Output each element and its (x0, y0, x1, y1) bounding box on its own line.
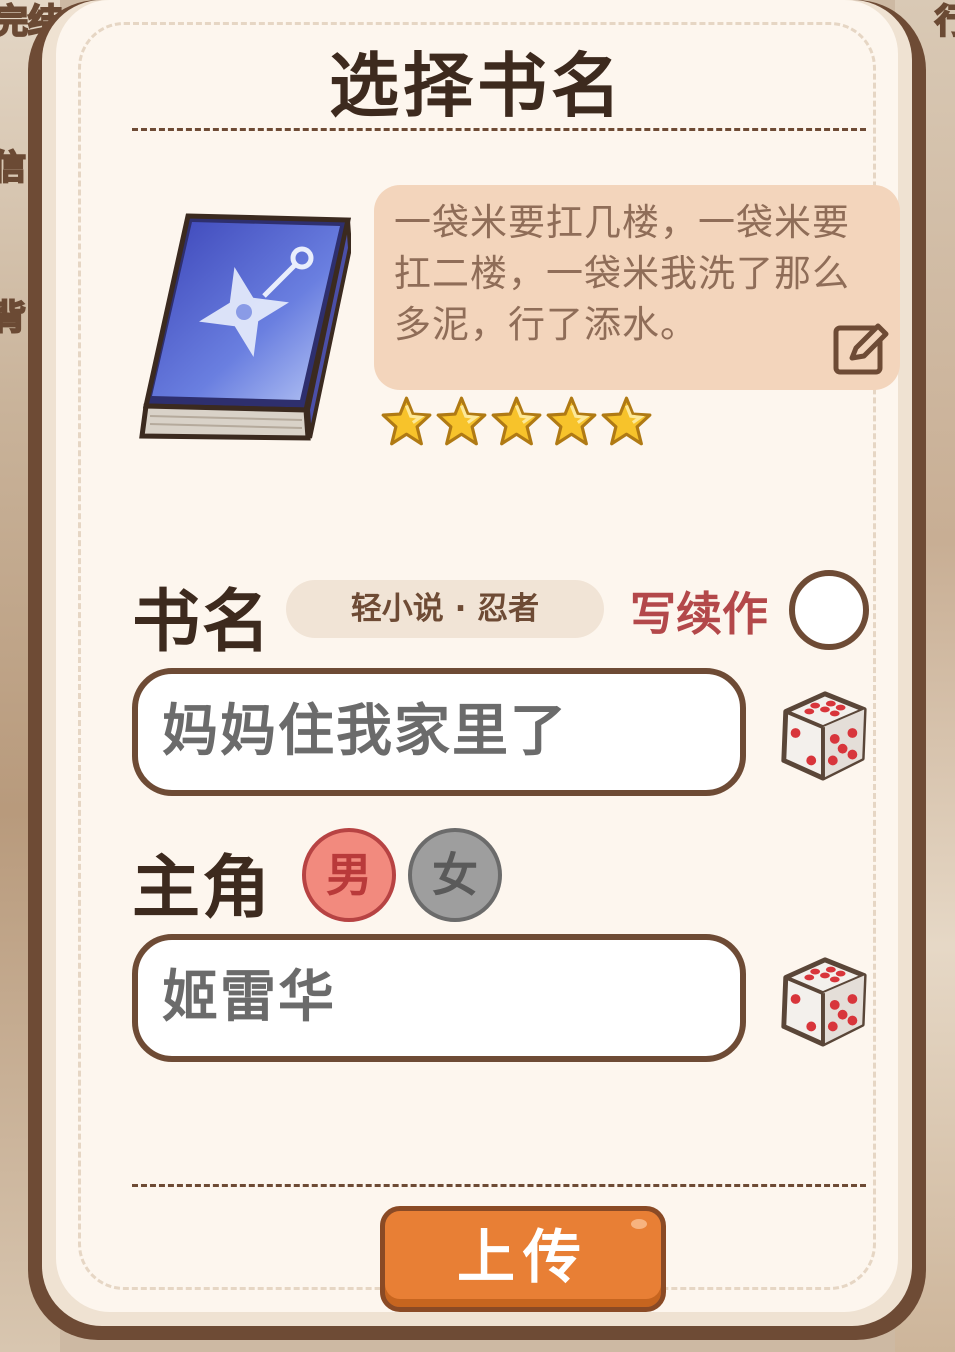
background-side-label-1: 信 (0, 147, 27, 189)
dialog-paper: 选择书名 一袋米要扛几楼，一袋米要扛二楼，一袋米我洗了那么多泥，行了添水。 书名… (56, 0, 900, 1312)
book-name-dialog: 选择书名 一袋米要扛几楼，一袋米要扛二楼，一袋米我洗了那么多泥，行了添水。 书名… (28, 0, 926, 1340)
star-icon (601, 396, 652, 446)
bottom-divider (132, 1184, 866, 1187)
star-icon (546, 396, 597, 446)
star-icon (436, 396, 487, 446)
gender-male-button[interactable]: 男 (302, 828, 396, 922)
top-divider (132, 128, 866, 131)
sequel-checkbox[interactable] (789, 570, 869, 650)
background-side-label-2: 背 (0, 297, 27, 339)
star-icon (491, 396, 542, 446)
dice-icon[interactable] (774, 684, 872, 782)
book-description: 一袋米要扛几楼，一袋米要扛二楼，一袋米我洗了那么多泥，行了添水。 (394, 201, 850, 346)
gender-female-button[interactable]: 女 (408, 828, 502, 922)
rating-stars (380, 395, 653, 448)
dice-icon[interactable] (774, 950, 872, 1048)
edit-icon[interactable] (830, 318, 890, 378)
star-icon (381, 396, 432, 446)
book-name-input[interactable]: 妈妈住我家里了 (132, 668, 746, 796)
upload-button[interactable]: 上传 (380, 1206, 666, 1312)
ninja-book-icon (139, 213, 351, 441)
book-description-box: 一袋米要扛几楼，一袋米要扛二楼，一袋米我洗了那么多泥，行了添水。 (374, 185, 900, 390)
protagonist-label: 主角 (132, 849, 273, 928)
book-name-label: 书名 (132, 583, 273, 662)
protagonist-name-input[interactable]: 姬雷华 (132, 934, 746, 1062)
background-label-right: 行 (934, 1, 955, 43)
upload-button-label: 上传 (456, 1223, 589, 1291)
sequel-label: 写续作 (630, 587, 768, 641)
dialog-title: 选择书名 (329, 45, 625, 127)
genre-tag: 轻小说 · 忍者 (286, 580, 604, 638)
